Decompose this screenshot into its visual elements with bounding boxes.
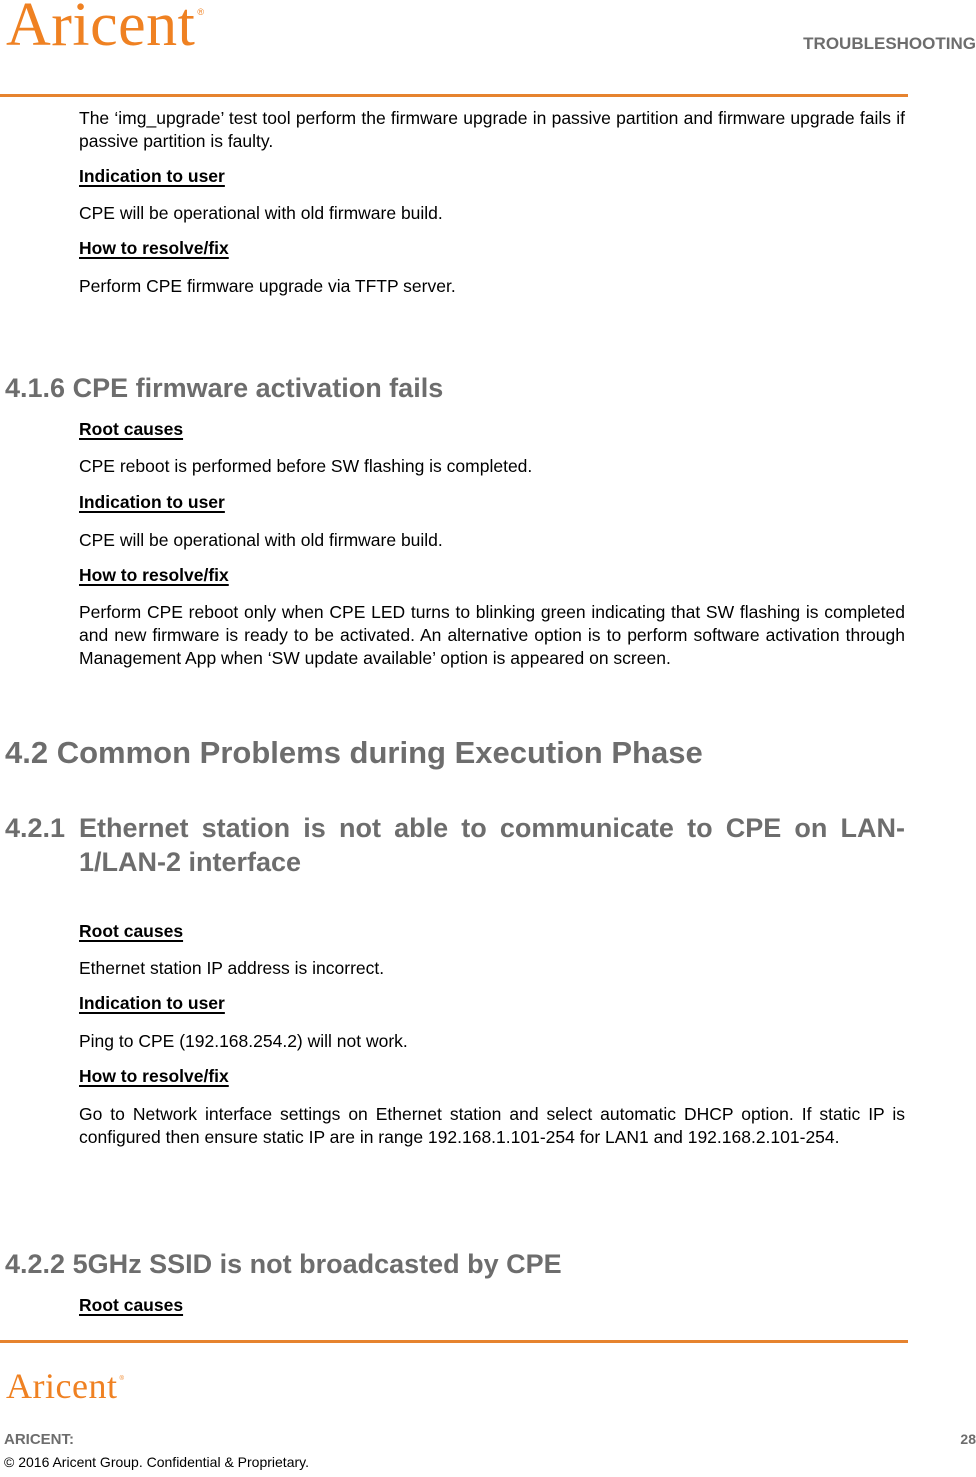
s416-root-label: Root causes [79, 419, 184, 439]
header-divider [0, 94, 908, 97]
section-heading-4-2: 4.2 Common Problems during Execution Pha… [5, 735, 703, 771]
section-number: 4.2 [5, 735, 49, 770]
section-number: 4.2.2 [5, 1249, 66, 1279]
logo-text: Aricent [6, 0, 196, 59]
section-title: CPE firmware activation fails [72, 373, 444, 403]
intro-indication-label: Indication to user [79, 166, 225, 186]
s421-resolve-label: How to resolve/fix [79, 1066, 229, 1086]
s416-resolve-text: Perform CPE reboot only when CPE LED tur… [79, 602, 905, 668]
logo-text: Aricent [6, 1366, 118, 1406]
intro-paragraph: The ‘img_upgrade’ test tool perform the … [79, 108, 905, 151]
intro-resolve-label: How to resolve/fix [79, 238, 229, 258]
section-number: 4.1.6 [5, 373, 66, 403]
section-title: 5GHz SSID is not broadcasted by CPE [72, 1249, 562, 1279]
s416-resolve-label: How to resolve/fix [79, 565, 229, 585]
page-number: 28 [960, 1431, 976, 1447]
s421-root-label: Root causes [79, 921, 184, 941]
s422-root-label: Root causes [79, 1295, 184, 1315]
footer-divider [0, 1340, 908, 1343]
section-title: Common Problems during Execution Phase [56, 735, 703, 770]
registered-mark: ® [197, 7, 205, 17]
intro-indication-text: CPE will be operational with old firmwar… [79, 203, 443, 223]
footer-copyright: © 2016 Aricent Group. Confidential & Pro… [4, 1454, 309, 1470]
s421-indication-text: Ping to CPE (192.168.254.2) will not wor… [79, 1031, 408, 1051]
footer-company: ARICENT: [4, 1431, 74, 1448]
s416-root-text: CPE reboot is performed before SW flashi… [79, 456, 533, 476]
s421-root-text: Ethernet station IP address is incorrect… [79, 958, 385, 978]
aricent-logo-footer: Aricent ® [6, 1368, 124, 1404]
section-heading-4-1-6: 4.1.6 CPE firmware activation fails [5, 373, 443, 404]
s416-indication-text: CPE will be operational with old firmwar… [79, 530, 443, 550]
s421-indication-label: Indication to user [79, 993, 225, 1013]
intro-resolve-text: Perform CPE firmware upgrade via TFTP se… [79, 276, 456, 296]
section-heading-4-2-2: 4.2.2 5GHz SSID is not broadcasted by CP… [5, 1249, 562, 1280]
aricent-logo-header: Aricent ® [6, 0, 205, 56]
section-title: Ethernet station is not able to communic… [79, 813, 905, 877]
section-heading-4-2-1: 4.2.1 Ethernet station is not able to co… [5, 811, 905, 879]
s421-resolve-text: Go to Network interface settings on Ethe… [79, 1104, 905, 1147]
running-header-section: TROUBLESHOOTING [803, 34, 976, 53]
registered-mark: ® [119, 1376, 125, 1382]
s416-indication-label: Indication to user [79, 492, 225, 512]
section-number: 4.2.1 [5, 813, 66, 843]
